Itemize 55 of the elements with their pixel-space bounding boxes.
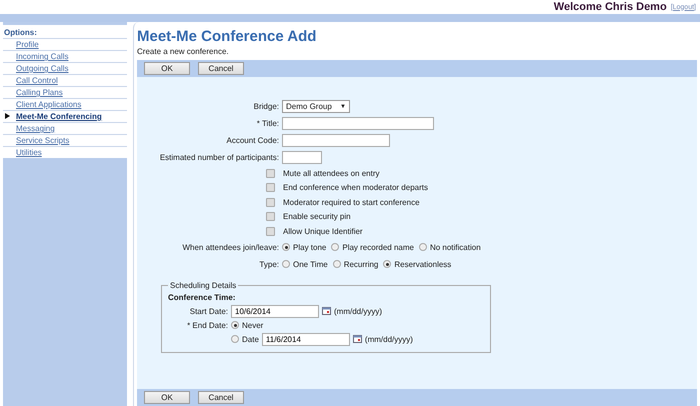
field-label: Account Code: xyxy=(226,136,279,145)
checkbox-label: Mute all attendees on entry xyxy=(283,168,380,178)
checkbox[interactable] xyxy=(266,212,275,222)
radio-button[interactable] xyxy=(282,260,290,268)
checkbox[interactable] xyxy=(266,168,275,178)
group-legend: Scheduling Details xyxy=(168,280,238,290)
radio-button[interactable] xyxy=(383,260,392,268)
sidebar-heading: Options: xyxy=(3,25,127,38)
radio-label: Play tone xyxy=(293,242,326,252)
checkbox[interactable] xyxy=(266,183,275,192)
radio-button[interactable] xyxy=(331,243,340,251)
section-heading: Conference Time: xyxy=(168,292,236,302)
field-label: * Title: xyxy=(256,119,279,128)
radio-label: One Time xyxy=(293,260,328,268)
cancel-button[interactable]: Cancel xyxy=(198,391,244,404)
cancel-button[interactable]: Cancel xyxy=(198,62,244,75)
ok-button[interactable]: OK xyxy=(144,62,190,75)
checkbox-label: End conference when moderator departs xyxy=(283,183,428,192)
checkbox-label: Enable security pin xyxy=(283,212,351,222)
field-label: When attendees join/leave: xyxy=(181,242,279,252)
calendar-icon[interactable] xyxy=(322,307,331,315)
checkbox[interactable] xyxy=(266,226,275,236)
text-field[interactable] xyxy=(282,134,390,147)
field-label: Estimated number of participants: xyxy=(158,153,279,162)
radio-button[interactable] xyxy=(332,260,341,268)
field-label: Bridge: xyxy=(252,102,279,111)
date-field[interactable]: 11/6/2014 xyxy=(262,332,350,346)
radio-label: Never xyxy=(242,320,264,330)
checkbox-label: Moderator required to start conference xyxy=(283,198,420,207)
radio-label: Date xyxy=(242,334,259,344)
checkbox-label: Allow Unique Identifier xyxy=(283,226,363,236)
page-subtitle: Create a new conference. xyxy=(137,47,230,56)
radio-label: Recurring xyxy=(344,260,378,268)
checkbox[interactable] xyxy=(266,198,275,207)
radio-button[interactable] xyxy=(418,243,427,251)
radio-button[interactable] xyxy=(282,243,290,251)
field-label: * End Date: xyxy=(186,320,228,330)
radio-button[interactable] xyxy=(231,335,239,343)
date-field[interactable]: 10/6/2014 xyxy=(231,304,319,318)
sidebar-link[interactable]: Profile xyxy=(16,40,39,49)
field-label: Start Date: xyxy=(188,306,228,316)
calendar-icon[interactable] xyxy=(352,335,362,343)
format-hint: (mm/dd/yyyy) xyxy=(334,306,382,316)
text-field[interactable] xyxy=(282,117,434,130)
radio-label: Reservationless xyxy=(394,260,452,268)
radio-button[interactable] xyxy=(231,321,239,329)
sidebar-link[interactable]: Utilities xyxy=(16,148,42,157)
radio-label: Play recorded name xyxy=(342,242,414,252)
format-hint: (mm/dd/yyyy) xyxy=(364,334,413,344)
field-label: Type: xyxy=(258,260,279,268)
welcome-text: Welcome Chris Demo xyxy=(554,1,667,13)
ok-button[interactable]: OK xyxy=(144,391,190,404)
text-field[interactable] xyxy=(282,151,322,164)
page-title: Meet-Me Conference Add xyxy=(137,28,318,45)
radio-label: No notification xyxy=(430,242,481,252)
